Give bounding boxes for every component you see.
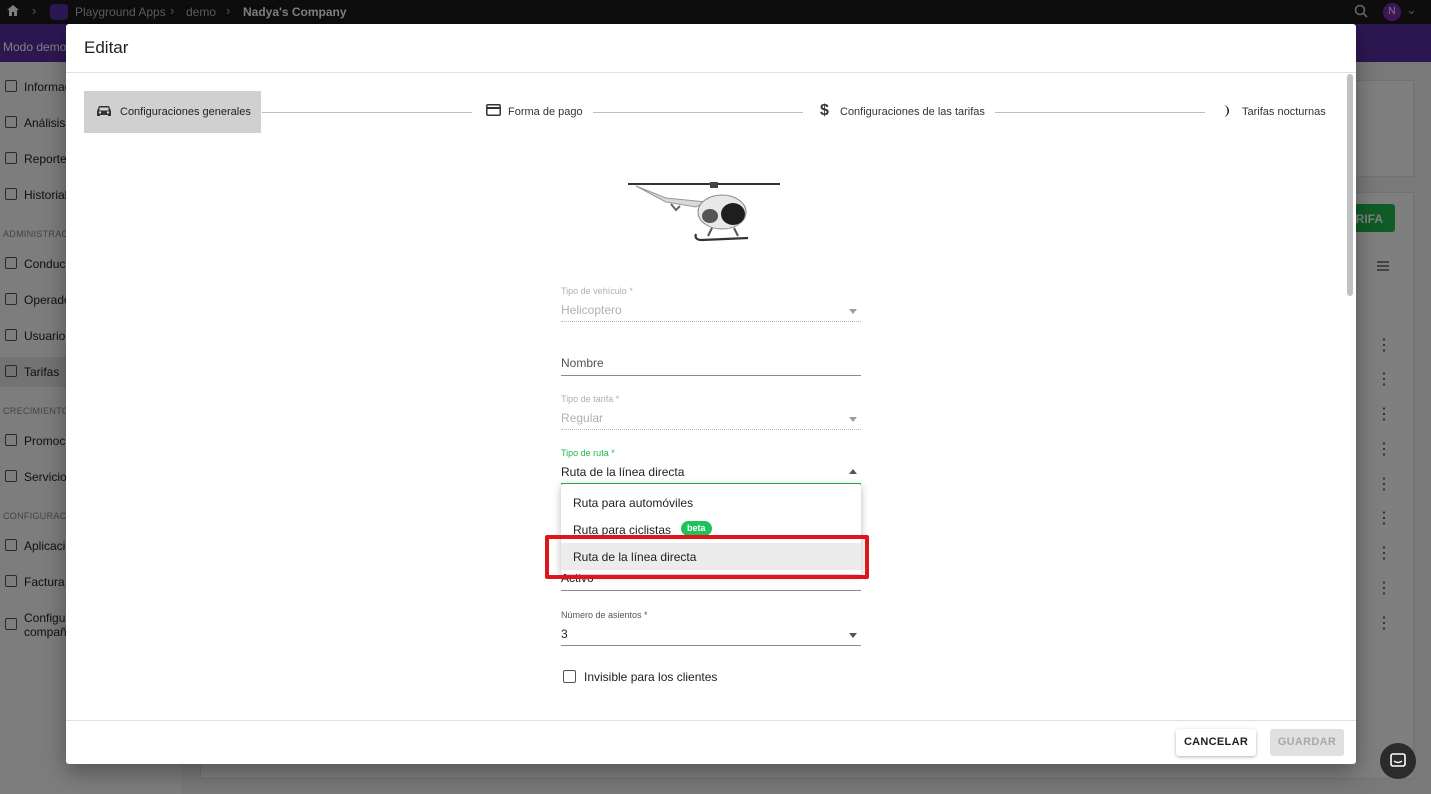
- stepper-connector: [593, 112, 803, 113]
- helicopter-image: [626, 176, 786, 251]
- route-type-select[interactable]: Tipo de ruta * Ruta de la línea directa: [561, 446, 861, 486]
- dropdown-arrow-up-icon: [849, 469, 857, 474]
- dialog-scrollbar[interactable]: [1347, 74, 1353, 296]
- tariff-type-select: Tipo de tarifa * Regular: [561, 392, 861, 432]
- beta-badge: beta: [681, 521, 712, 536]
- dropdown-arrow-icon: [849, 633, 857, 638]
- step-general-settings[interactable]: Configuraciones generales: [84, 91, 261, 133]
- cancel-button[interactable]: CANCELAR: [1176, 729, 1256, 756]
- stepper-connector: [995, 112, 1205, 113]
- highlight-box: [545, 535, 869, 579]
- invisible-checkbox[interactable]: [563, 670, 576, 683]
- dialog-title: Editar: [84, 38, 129, 57]
- dropdown-arrow-icon: [849, 309, 857, 314]
- vehicle-type-select: Tipo de vehículo * Helicoptero: [561, 284, 861, 324]
- name-field[interactable]: Nombre: [561, 350, 861, 378]
- save-button[interactable]: GUARDAR: [1270, 729, 1344, 756]
- chat-icon: [1390, 753, 1406, 774]
- chat-launcher[interactable]: [1380, 743, 1416, 779]
- stepper-connector: [262, 112, 472, 113]
- car-icon: [96, 104, 112, 121]
- route-option-cars[interactable]: Ruta para automóviles: [561, 489, 861, 516]
- invisible-checkbox-label[interactable]: Invisible para los clientes: [584, 670, 717, 684]
- dropdown-arrow-icon: [849, 417, 857, 422]
- dollar-icon: $: [820, 102, 829, 119]
- divider: [66, 720, 1356, 721]
- divider: [66, 72, 1356, 73]
- credit-card-icon: [486, 104, 501, 119]
- moon-icon: [1221, 104, 1231, 121]
- edit-dialog: Editar Configuraciones generales Forma d…: [66, 24, 1356, 764]
- seats-select[interactable]: Número de asientos * 3: [561, 608, 861, 648]
